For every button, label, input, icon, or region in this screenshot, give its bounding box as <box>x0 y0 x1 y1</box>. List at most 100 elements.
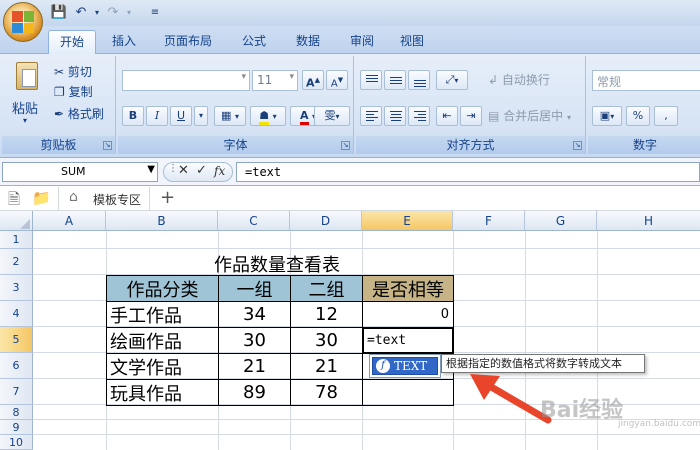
folder-icon[interactable]: 📁 <box>32 189 51 207</box>
underline-dropdown-icon[interactable]: ▾ <box>194 106 208 126</box>
column-header-b[interactable]: B <box>106 211 218 231</box>
table-cell[interactable]: 78 <box>290 379 363 406</box>
row-header-7[interactable]: 7 <box>0 379 33 405</box>
increase-indent-button[interactable]: ⇥ <box>460 106 482 126</box>
underline-button[interactable]: U <box>170 106 192 126</box>
table-cell[interactable]: 21 <box>218 353 291 380</box>
comma-button[interactable]: , <box>654 106 678 126</box>
cut-button[interactable]: ✂ 剪切 <box>54 62 92 82</box>
paint-bucket-icon: ☗ <box>259 109 270 125</box>
bold-button[interactable]: B <box>122 106 144 126</box>
redo-dropdown-icon[interactable]: ▾ <box>120 4 138 22</box>
tab-data[interactable]: 数据 <box>286 30 330 54</box>
borders-button[interactable]: ▦ ▾ <box>214 106 246 126</box>
office-button[interactable] <box>3 2 43 42</box>
table-cell[interactable]: 文学作品 <box>106 353 219 380</box>
template-tab[interactable]: ⌂ 模板专区 <box>58 187 150 210</box>
clipboard-group: 粘贴 ▾ ✂ 剪切 ❐ 复制 ✒ 格式刷 剪贴板 ↘ <box>2 56 116 154</box>
table-cell[interactable]: 30 <box>290 327 363 354</box>
grow-font-button[interactable]: A▲ <box>302 70 324 90</box>
number-format-box[interactable]: 常规 <box>592 70 700 91</box>
column-header-g[interactable]: G <box>525 211 597 231</box>
table-cell[interactable]: 手工作品 <box>106 301 219 328</box>
table-cell[interactable]: 21 <box>290 353 363 380</box>
row-header-4[interactable]: 4 <box>0 301 33 327</box>
enter-check-icon[interactable]: ✓ <box>196 163 207 178</box>
tab-insert[interactable]: 插入 <box>102 30 146 54</box>
column-header-h[interactable]: H <box>597 211 700 231</box>
column-header-c[interactable]: C <box>218 211 290 231</box>
wrap-text-button[interactable]: ↲ 自动换行 <box>488 70 550 90</box>
clipboard-launcher-icon[interactable]: ↘ <box>103 141 112 150</box>
tab-view[interactable]: 视图 <box>390 30 434 54</box>
row-header-1[interactable]: 1 <box>0 231 33 249</box>
align-center-button[interactable] <box>384 106 406 126</box>
number-group: 常规 ▣▾ % , 数字 <box>588 56 700 154</box>
copy-icon: ❐ <box>54 85 65 99</box>
alignment-launcher-icon[interactable]: ↘ <box>573 141 582 150</box>
formula-input[interactable]: =text <box>236 162 700 182</box>
gridline <box>33 248 700 249</box>
cancel-icon[interactable]: ✕ <box>178 163 189 178</box>
column-header-d[interactable]: D <box>290 211 362 231</box>
phonetic-button[interactable]: 雯▾ <box>314 106 350 126</box>
table-cell[interactable]: 89 <box>218 379 291 406</box>
paste-button[interactable]: 粘贴 ▾ <box>10 60 44 130</box>
percent-button[interactable]: % <box>626 106 650 126</box>
add-tab-button[interactable]: + <box>160 187 175 208</box>
tab-formulas[interactable]: 公式 <box>232 30 276 54</box>
align-left-button[interactable] <box>360 106 382 126</box>
table-cell[interactable]: 30 <box>218 327 291 354</box>
tab-review[interactable]: 审阅 <box>340 30 384 54</box>
formula-bar: SUM ▼ ⋮ ✕ ✓ fx =text <box>0 158 700 186</box>
insert-function-icon[interactable]: fx <box>214 164 225 178</box>
font-size-value: 11 <box>257 73 273 87</box>
wrap-text-label: 自动换行 <box>501 73 550 87</box>
row-header-9[interactable]: 9 <box>0 420 33 435</box>
table-header-group1: 一组 <box>218 275 291 302</box>
autocomplete-item-text[interactable]: f TEXT <box>372 357 438 375</box>
font-group: ▾ 11 ▾ A▲ A▼ B I U ▾ ▦ ▾ ☗ ▾ A ▾ 雯▾ 字体 ↘ <box>118 56 354 154</box>
italic-button[interactable]: I <box>146 106 168 126</box>
font-name-box[interactable]: ▾ <box>122 70 250 91</box>
row-header-10[interactable]: 10 <box>0 435 33 450</box>
orientation-button[interactable]: ⤢▾ <box>436 70 468 90</box>
name-box[interactable]: SUM ▼ <box>2 162 158 182</box>
column-header-e[interactable]: E <box>362 211 453 231</box>
row-header-3[interactable]: 3 <box>0 275 33 301</box>
align-bottom-button[interactable] <box>408 70 430 90</box>
table-cell[interactable]: 玩具作品 <box>106 379 219 406</box>
table-cell[interactable]: 12 <box>290 301 363 328</box>
merge-center-button[interactable]: ▤ 合并后居中 ▾ <box>488 106 571 126</box>
active-cell-e5[interactable]: =text <box>362 327 454 354</box>
font-size-box[interactable]: 11 ▾ <box>252 70 298 91</box>
align-right-button[interactable] <box>408 106 430 126</box>
column-header-f[interactable]: F <box>453 211 525 231</box>
row-header-6[interactable]: 6 <box>0 353 33 379</box>
table-cell[interactable]: 34 <box>218 301 291 328</box>
font-launcher-icon[interactable]: ↘ <box>341 141 350 150</box>
select-all-corner[interactable] <box>0 211 33 231</box>
table-cell[interactable]: 绘画作品 <box>106 327 219 354</box>
gridline <box>33 434 700 435</box>
row-header-5[interactable]: 5 <box>0 327 33 353</box>
column-header-a[interactable]: A <box>33 211 106 231</box>
format-painter-button[interactable]: ✒ 格式刷 <box>54 104 104 124</box>
align-middle-button[interactable] <box>384 70 406 90</box>
currency-button[interactable]: ▣▾ <box>592 106 622 126</box>
name-box-dropdown-icon[interactable]: ▼ <box>147 164 155 175</box>
customize-qat-icon[interactable]: ≡ <box>146 4 164 22</box>
decrease-indent-button[interactable]: ⇤ <box>436 106 458 126</box>
fill-color-button[interactable]: ☗ ▾ <box>250 106 286 126</box>
table-cell[interactable]: 0 <box>362 301 454 328</box>
tab-page-layout[interactable]: 页面布局 <box>156 30 220 54</box>
row-header-8[interactable]: 8 <box>0 405 33 420</box>
shrink-font-button[interactable]: A▼ <box>326 70 348 90</box>
sheet-title: 作品数量查看表 <box>214 255 340 276</box>
align-top-button[interactable] <box>360 70 382 90</box>
tab-home[interactable]: 开始 <box>48 30 96 54</box>
copy-button[interactable]: ❐ 复制 <box>54 82 93 102</box>
table-cell[interactable] <box>362 379 454 406</box>
row-header-2[interactable]: 2 <box>0 249 33 275</box>
save-icon[interactable]: 💾 <box>50 4 68 22</box>
